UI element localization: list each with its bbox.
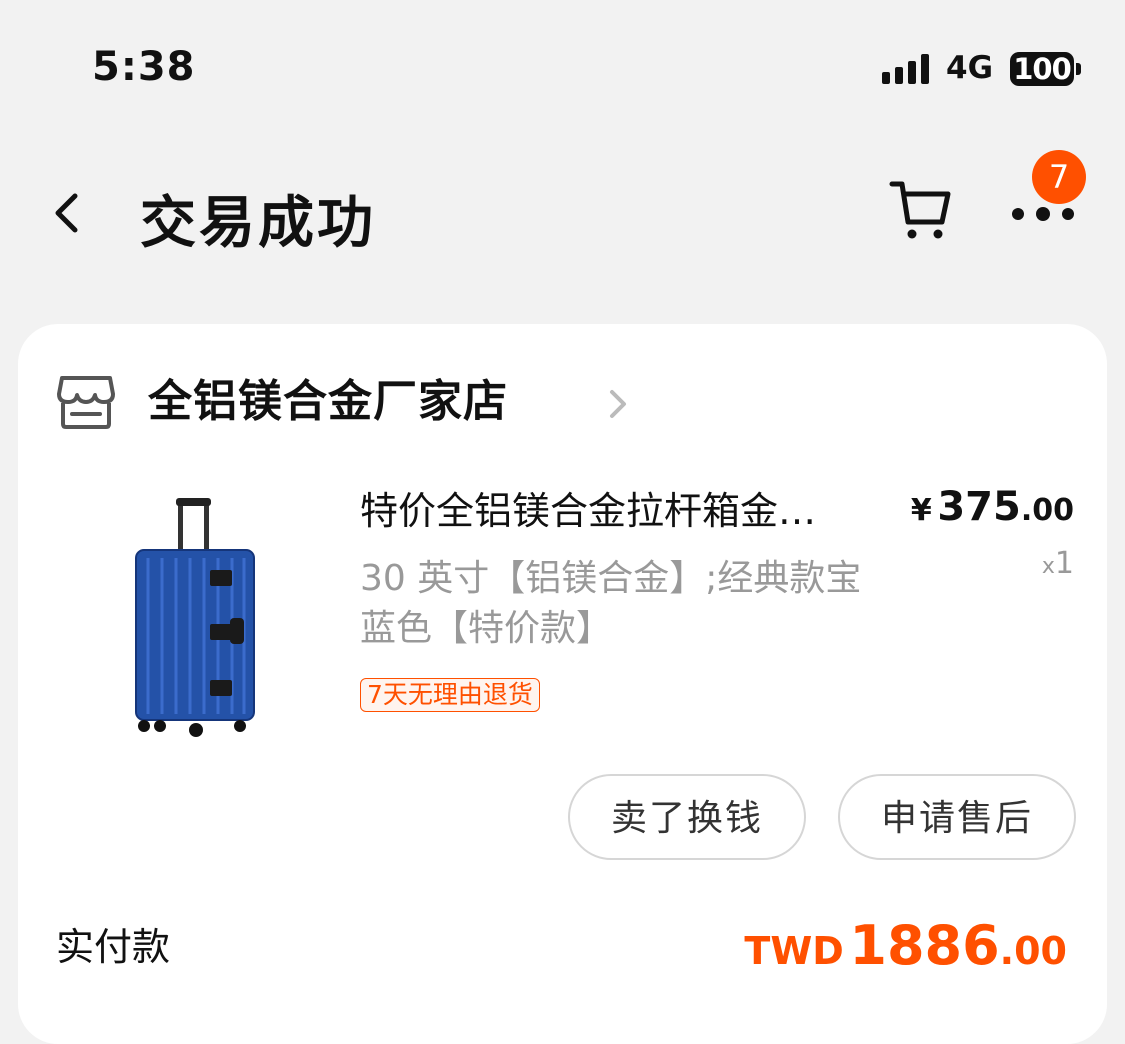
quantity-value: 1	[1054, 546, 1074, 581]
page-title: 交易成功	[140, 191, 376, 256]
sell-for-cash-button[interactable]: 卖了换钱	[568, 774, 806, 860]
paid-amount: TWD 1886.00	[744, 914, 1067, 977]
store-name: 全铝镁合金厂家店	[148, 376, 508, 427]
after-sale-button[interactable]: 申请售后	[838, 774, 1076, 860]
paid-amount-label: 实付款	[56, 925, 171, 969]
quantity-prefix: x	[1041, 554, 1055, 579]
notification-badge: 7	[1032, 150, 1086, 204]
price-integer: 375	[937, 484, 1021, 530]
paid-decimal: .00	[999, 929, 1067, 973]
signal-icon	[882, 54, 934, 84]
product-sku: 30 英寸【铝镁合金】;经典款宝蓝色【特价款】	[360, 558, 862, 649]
cart-icon	[889, 181, 951, 239]
back-button[interactable]	[45, 188, 95, 238]
status-time: 5:38	[92, 44, 196, 90]
network-type: 4G	[946, 50, 994, 86]
status-bar: 5:38 4G 100	[0, 0, 1125, 130]
price-decimal: .00	[1020, 493, 1074, 528]
more-icon	[1012, 207, 1076, 221]
product-price: ¥ 375.00	[911, 484, 1074, 530]
back-arrow-icon	[55, 193, 78, 233]
order-card: 全铝镁合金厂家店 特价全铝镁合金拉杆箱金… 30 英寸【铝镁合金】;经典款宝蓝色…	[18, 324, 1107, 1044]
cart-button[interactable]	[888, 178, 954, 244]
chevron-right-icon	[610, 390, 626, 418]
product-quantity: x1	[1042, 546, 1074, 581]
product-title[interactable]: 特价全铝镁合金拉杆箱金…	[360, 486, 880, 536]
product-image[interactable]	[118, 494, 258, 744]
battery-tip	[1076, 63, 1081, 75]
price-currency: ¥	[910, 493, 932, 528]
battery-icon: 100	[1010, 52, 1074, 86]
paid-currency: TWD	[744, 929, 844, 973]
paid-integer: 1886	[849, 914, 1000, 977]
nav-bar: 交易成功	[0, 140, 1125, 290]
return-policy-tag: 7天无理由退货	[360, 678, 540, 712]
store-icon	[57, 376, 115, 429]
